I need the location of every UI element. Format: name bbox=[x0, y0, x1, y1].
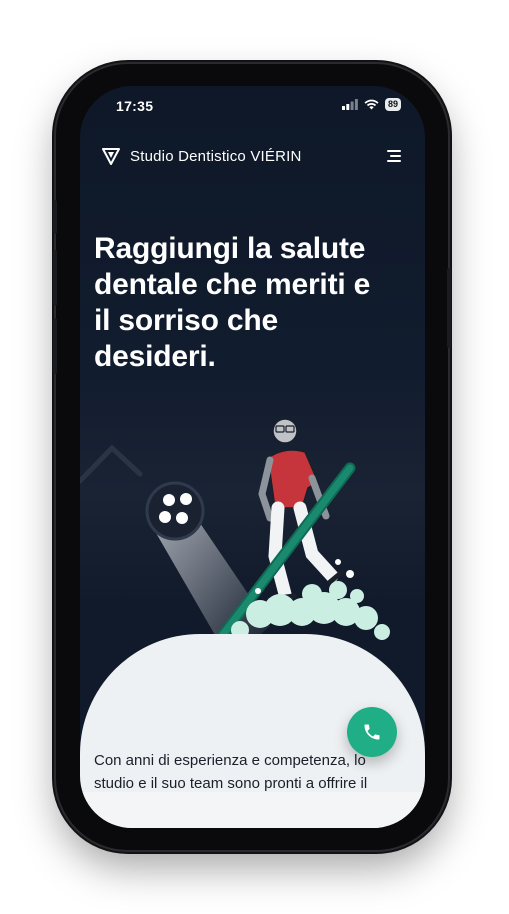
volume-button-down bbox=[53, 318, 57, 374]
bottom-browser-bar bbox=[80, 792, 425, 828]
v-logo-icon[interactable] bbox=[102, 147, 120, 165]
power-button bbox=[447, 268, 451, 348]
wifi-icon bbox=[364, 99, 379, 110]
intro-line: studio e il suo team sono pronti a offri… bbox=[94, 775, 368, 792]
volume-button-up bbox=[53, 250, 57, 306]
phone-icon bbox=[364, 724, 380, 740]
hero-title-line: il sorriso che bbox=[94, 304, 278, 337]
dental-lamp bbox=[145, 481, 205, 541]
hero-title-line: Raggiungi la salute bbox=[94, 232, 366, 265]
signal-icon bbox=[341, 99, 358, 110]
status-bar: 17:35 89 bbox=[80, 86, 425, 126]
side-button-left bbox=[53, 200, 57, 234]
status-time: 17:35 bbox=[116, 98, 154, 114]
battery-level: 89 bbox=[384, 98, 401, 111]
call-button[interactable] bbox=[347, 707, 397, 757]
hero-title-line: dentale che meriti e bbox=[94, 268, 371, 301]
hamburger-menu-icon[interactable] bbox=[385, 147, 403, 165]
hero-title-line: desideri. bbox=[94, 340, 216, 373]
brand-name[interactable]: Studio Dentistico VIÉRIN bbox=[130, 148, 302, 165]
hero-title: Raggiungi la salute dentale che meriti e… bbox=[94, 231, 414, 375]
status-icons: 89 bbox=[341, 98, 401, 111]
intro-line: Con anni di esperienza e competenza, lo bbox=[94, 752, 366, 769]
phone-screen: 17:35 89 Studio Dentistico VIÉRIN Raggiu… bbox=[80, 86, 425, 828]
site-header: Studio Dentistico VIÉRIN bbox=[80, 142, 425, 172]
